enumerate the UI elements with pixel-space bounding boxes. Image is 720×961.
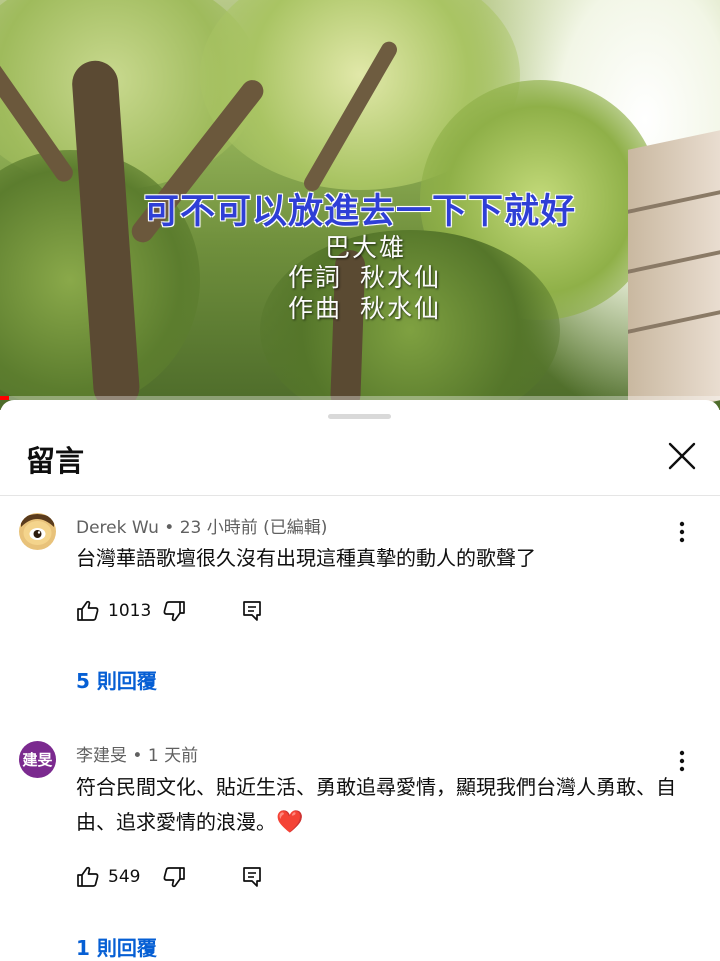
- comment-meta: 李建旻 • 1 天前: [76, 741, 198, 766]
- composer-label: 作曲: [288, 294, 343, 323]
- thumbs-down-icon: [163, 601, 185, 622]
- avatar[interactable]: [19, 513, 56, 550]
- view-replies-link[interactable]: 5 則回覆: [76, 665, 157, 694]
- like-button[interactable]: 549: [76, 864, 140, 890]
- reply-comment-icon: [243, 601, 261, 621]
- comment-time: 1 天前: [147, 746, 199, 766]
- thumbs-down-icon: [163, 867, 185, 888]
- comment-time: 23 小時前 (已編輯): [179, 518, 328, 538]
- video-building: [628, 130, 720, 410]
- video-progress-fill: [0, 396, 9, 400]
- comment-text-content: 符合民間文化、貼近生活、勇敢追尋愛情，顯現我們台灣人勇敢、自由、追求愛情的浪漫。: [76, 775, 676, 834]
- sheet-title: 留言: [26, 444, 85, 478]
- photo-avatar-icon: [19, 513, 56, 550]
- reply-button[interactable]: [240, 864, 264, 890]
- meta-separator: •: [132, 746, 148, 766]
- avatar[interactable]: 建旻: [19, 741, 56, 778]
- comment-author[interactable]: Derek Wu: [76, 518, 159, 538]
- thumbs-up-icon: [77, 866, 99, 887]
- header-divider: [0, 495, 720, 496]
- video-lyric: 可不可以放進去一下下就好: [143, 192, 576, 232]
- close-button[interactable]: [664, 438, 700, 474]
- comments-sheet: 留言 Derek Wu • 23 小時前 (已編輯) 台灣華語歌壇很久沒有出現這…: [0, 400, 720, 960]
- reply-button[interactable]: [240, 598, 264, 624]
- dislike-button[interactable]: [162, 864, 186, 890]
- video-player[interactable]: 可不可以放進去一下下就好 巴大雄 作詞 秋水仙 作曲 秋水仙: [0, 0, 720, 410]
- comment-author[interactable]: 李建旻: [76, 746, 127, 766]
- drag-handle[interactable]: [328, 414, 391, 419]
- composer-name: 秋水仙: [360, 294, 442, 323]
- thumbs-up-icon: [77, 600, 99, 621]
- close-icon: [668, 442, 696, 470]
- like-button[interactable]: 1013: [76, 598, 151, 624]
- heart-emoji: ❤️: [276, 810, 304, 835]
- comment-text: 台灣華語歌壇很久沒有出現這種真摯的動人的歌聲了: [76, 546, 536, 570]
- comment-meta: Derek Wu • 23 小時前 (已編輯): [76, 513, 327, 538]
- like-count: 549: [108, 867, 141, 887]
- meta-separator: •: [164, 518, 180, 538]
- reply-comment-icon: [243, 867, 261, 887]
- comment-text: 符合民間文化、貼近生活、勇敢追尋愛情，顯現我們台灣人勇敢、自由、追求愛情的浪漫。…: [76, 770, 676, 840]
- like-count: 1013: [108, 601, 152, 621]
- dislike-button[interactable]: [162, 598, 186, 624]
- view-replies-link[interactable]: 1 則回覆: [76, 932, 157, 961]
